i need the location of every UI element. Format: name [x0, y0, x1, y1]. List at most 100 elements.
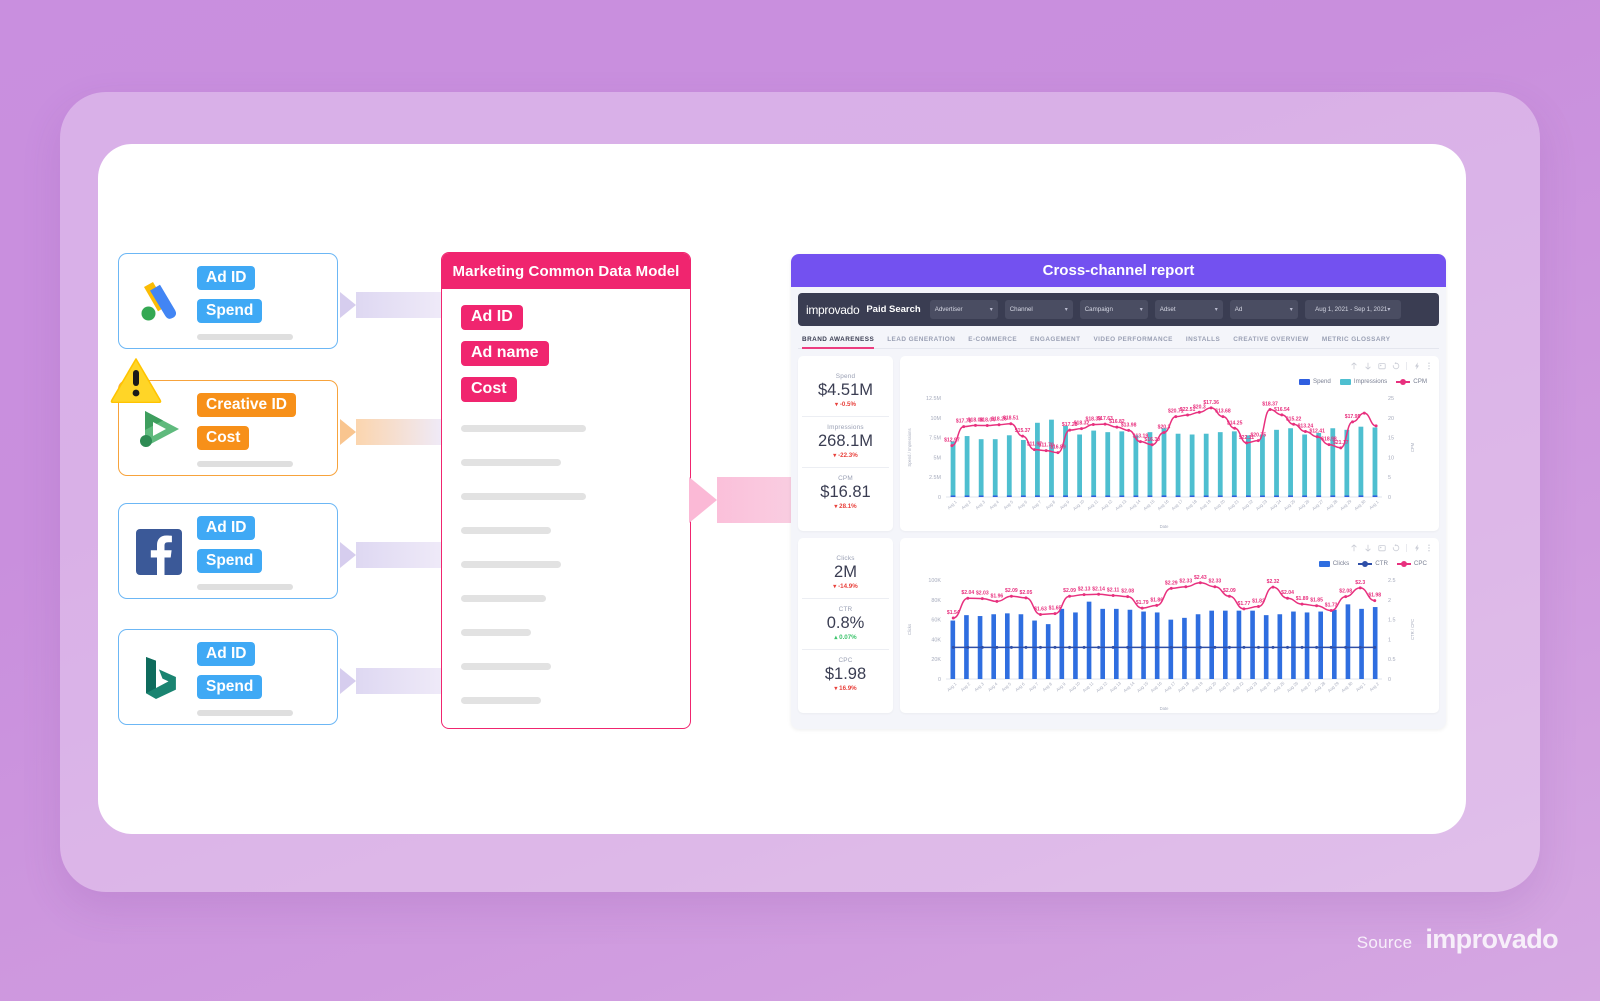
- svg-text:Aug 7: Aug 7: [1028, 681, 1040, 692]
- tab-e-commerce[interactable]: E-COMMERCE: [968, 336, 1030, 348]
- svg-text:$2.09: $2.09: [1223, 588, 1236, 594]
- kpi-card-spend-group: Spend $4.51M ▾ -0.5% Impressions 268.1M ▾ -22…: [798, 356, 893, 531]
- filter-ad[interactable]: Ad ▾: [1229, 300, 1298, 319]
- source-field-pill: Ad ID: [197, 642, 256, 667]
- svg-text:Aug 24: Aug 24: [1259, 680, 1273, 693]
- svg-text:$2.05: $2.05: [1020, 590, 1033, 596]
- connector-source-to-cdm: [340, 292, 442, 318]
- svg-text:$12.97: $12.97: [944, 438, 960, 444]
- kpi-label: CPC: [838, 657, 853, 664]
- svg-text:$1.79: $1.79: [1136, 600, 1149, 606]
- svg-text:Aug 5: Aug 5: [1001, 681, 1013, 692]
- kpi-value: $16.81: [820, 483, 871, 501]
- placeholder-bar: [197, 334, 293, 340]
- svg-text:Aug 25: Aug 25: [1272, 680, 1286, 693]
- svg-text:Aug 22: Aug 22: [1231, 680, 1245, 693]
- svg-text:$2.3: $2.3: [1355, 580, 1365, 586]
- connector-source-to-cdm: [340, 542, 442, 568]
- svg-text:Aug 9: Aug 9: [1059, 499, 1071, 510]
- svg-text:$1.89: $1.89: [1296, 596, 1309, 602]
- chart-toolbar-1[interactable]: [1350, 362, 1431, 370]
- tab-lead-generation[interactable]: LEAD GENERATION: [887, 336, 968, 348]
- tab-engagement[interactable]: ENGAGEMENT: [1030, 336, 1093, 348]
- tab-metric-glossary[interactable]: METRIC GLOSSARY: [1322, 336, 1404, 348]
- svg-text:Aug 20: Aug 20: [1204, 680, 1218, 693]
- svg-text:$13.68: $13.68: [1215, 409, 1231, 415]
- svg-text:10M: 10M: [931, 416, 942, 422]
- svg-text:Aug 21: Aug 21: [1218, 680, 1232, 693]
- bing-logo: [133, 652, 185, 704]
- kpi-label: Spend: [835, 373, 856, 380]
- warning-icon: [110, 357, 162, 404]
- filter-advertiser[interactable]: Advertiser ▾: [929, 300, 998, 319]
- svg-text:$16.89: $16.89: [1050, 445, 1066, 451]
- svg-text:Aug 11: Aug 11: [1086, 498, 1099, 511]
- svg-text:Aug 1: Aug 1: [946, 681, 958, 692]
- svg-text:Aug 1: Aug 1: [1368, 499, 1380, 510]
- chart-toolbar-2[interactable]: [1350, 544, 1431, 552]
- bolt-icon: [1415, 544, 1419, 552]
- dashboard-tabs: BRAND AWARENESS LEAD GENERATION E-COMMERCE…: [798, 326, 1439, 349]
- cdm-placeholder-line: [461, 595, 546, 602]
- cdm-field-pill: Ad name: [461, 341, 549, 366]
- kpi-clicks: Clicks 2M ▾ -14.9%: [802, 548, 889, 598]
- svg-text:$17.95: $17.95: [1345, 414, 1361, 420]
- svg-text:Aug 23: Aug 23: [1255, 498, 1269, 511]
- filter-label: Channel: [1009, 306, 1033, 313]
- chart-card-clicks-ctr-cpc: Clicks CTR CPC 0 20K 40K 60K 80K 100K 0 0.5 1 1.5…: [900, 538, 1439, 713]
- chevron-down-icon: ▾: [1214, 307, 1218, 313]
- svg-text:$1.85: $1.85: [1310, 598, 1323, 604]
- tab-installs[interactable]: INSTALLS: [1186, 336, 1233, 348]
- more-icon: [1428, 544, 1430, 552]
- svg-text:2.5: 2.5: [1388, 578, 1396, 584]
- svg-text:Aug 10: Aug 10: [1072, 498, 1086, 511]
- kpi-impressions: Impressions 268.1M ▾ -22.3%: [802, 416, 889, 467]
- svg-text:Aug 26: Aug 26: [1286, 680, 1300, 693]
- svg-text:Aug 30: Aug 30: [1340, 680, 1354, 693]
- svg-text:Aug 3: Aug 3: [974, 499, 986, 510]
- filter-channel[interactable]: Channel ▾: [1004, 300, 1073, 319]
- svg-text:$2.32: $2.32: [1267, 579, 1280, 585]
- svg-text:$20.75: $20.75: [1250, 433, 1266, 439]
- dashboard-row-brand-metrics: Spend $4.51M ▾ -0.5% Impressions 268.1M ▾ -22…: [798, 356, 1439, 531]
- svg-text:$17.36: $17.36: [1203, 400, 1219, 406]
- filter-campaign[interactable]: Campaign ▾: [1079, 300, 1148, 319]
- tab-brand-awareness[interactable]: BRAND AWARENESS: [802, 336, 887, 349]
- chevron-down-icon: ▾: [1387, 307, 1391, 313]
- svg-text:7.5M: 7.5M: [929, 436, 941, 442]
- filter-adset[interactable]: Adset ▾: [1154, 300, 1223, 319]
- svg-text:$14.25: $14.25: [1227, 420, 1243, 426]
- cdm-placeholder-line: [461, 697, 541, 704]
- svg-text:$1.63: $1.63: [1034, 606, 1047, 612]
- svg-text:Aug 26: Aug 26: [1297, 498, 1311, 511]
- svg-text:$2.14: $2.14: [1092, 586, 1105, 592]
- svg-text:0: 0: [1388, 495, 1391, 501]
- tab-creative-overview[interactable]: CREATIVE OVERVIEW: [1233, 336, 1322, 348]
- svg-text:Aug 8: Aug 8: [1041, 681, 1053, 692]
- source-card-facebook: Ad ID Spend: [118, 503, 338, 599]
- svg-text:20: 20: [1388, 416, 1394, 422]
- svg-text:Aug 8: Aug 8: [1045, 499, 1057, 510]
- svg-text:Aug 1: Aug 1: [1355, 681, 1367, 692]
- kpi-value: 2M: [834, 563, 857, 581]
- source-field-pill: Spend: [197, 675, 263, 700]
- kpi-label: CPM: [838, 475, 853, 482]
- svg-text:Aug 15: Aug 15: [1136, 680, 1150, 693]
- date-range-label: Aug 1, 2021 - Sep 1, 2021: [1315, 306, 1388, 313]
- tab-video-performance[interactable]: VIDEO PERFORMANCE: [1093, 336, 1185, 348]
- cdm-placeholder-line: [461, 459, 561, 466]
- date-range-filter[interactable]: Aug 1, 2021 - Sep 1, 2021 ▾: [1304, 300, 1401, 319]
- svg-text:Aug 13: Aug 13: [1114, 498, 1128, 511]
- cdm-title: Marketing Common Data Model: [442, 253, 690, 289]
- chevron-down-icon: ▾: [1139, 307, 1143, 313]
- svg-text:Aug 23: Aug 23: [1245, 680, 1259, 693]
- svg-text:$21.17: $21.17: [1333, 440, 1349, 446]
- svg-text:Aug 3: Aug 3: [973, 681, 985, 692]
- chevron-down-icon: ▾: [1064, 307, 1068, 313]
- svg-text:Aug 22: Aug 22: [1241, 498, 1255, 511]
- svg-text:Aug 20: Aug 20: [1213, 498, 1227, 511]
- improvado-logo: improvado: [806, 302, 860, 317]
- kpi-label: CTR: [838, 606, 853, 613]
- kpi-spend: Spend $4.51M ▾ -0.5%: [802, 366, 889, 416]
- source-watermark: Source improvado: [1357, 924, 1559, 955]
